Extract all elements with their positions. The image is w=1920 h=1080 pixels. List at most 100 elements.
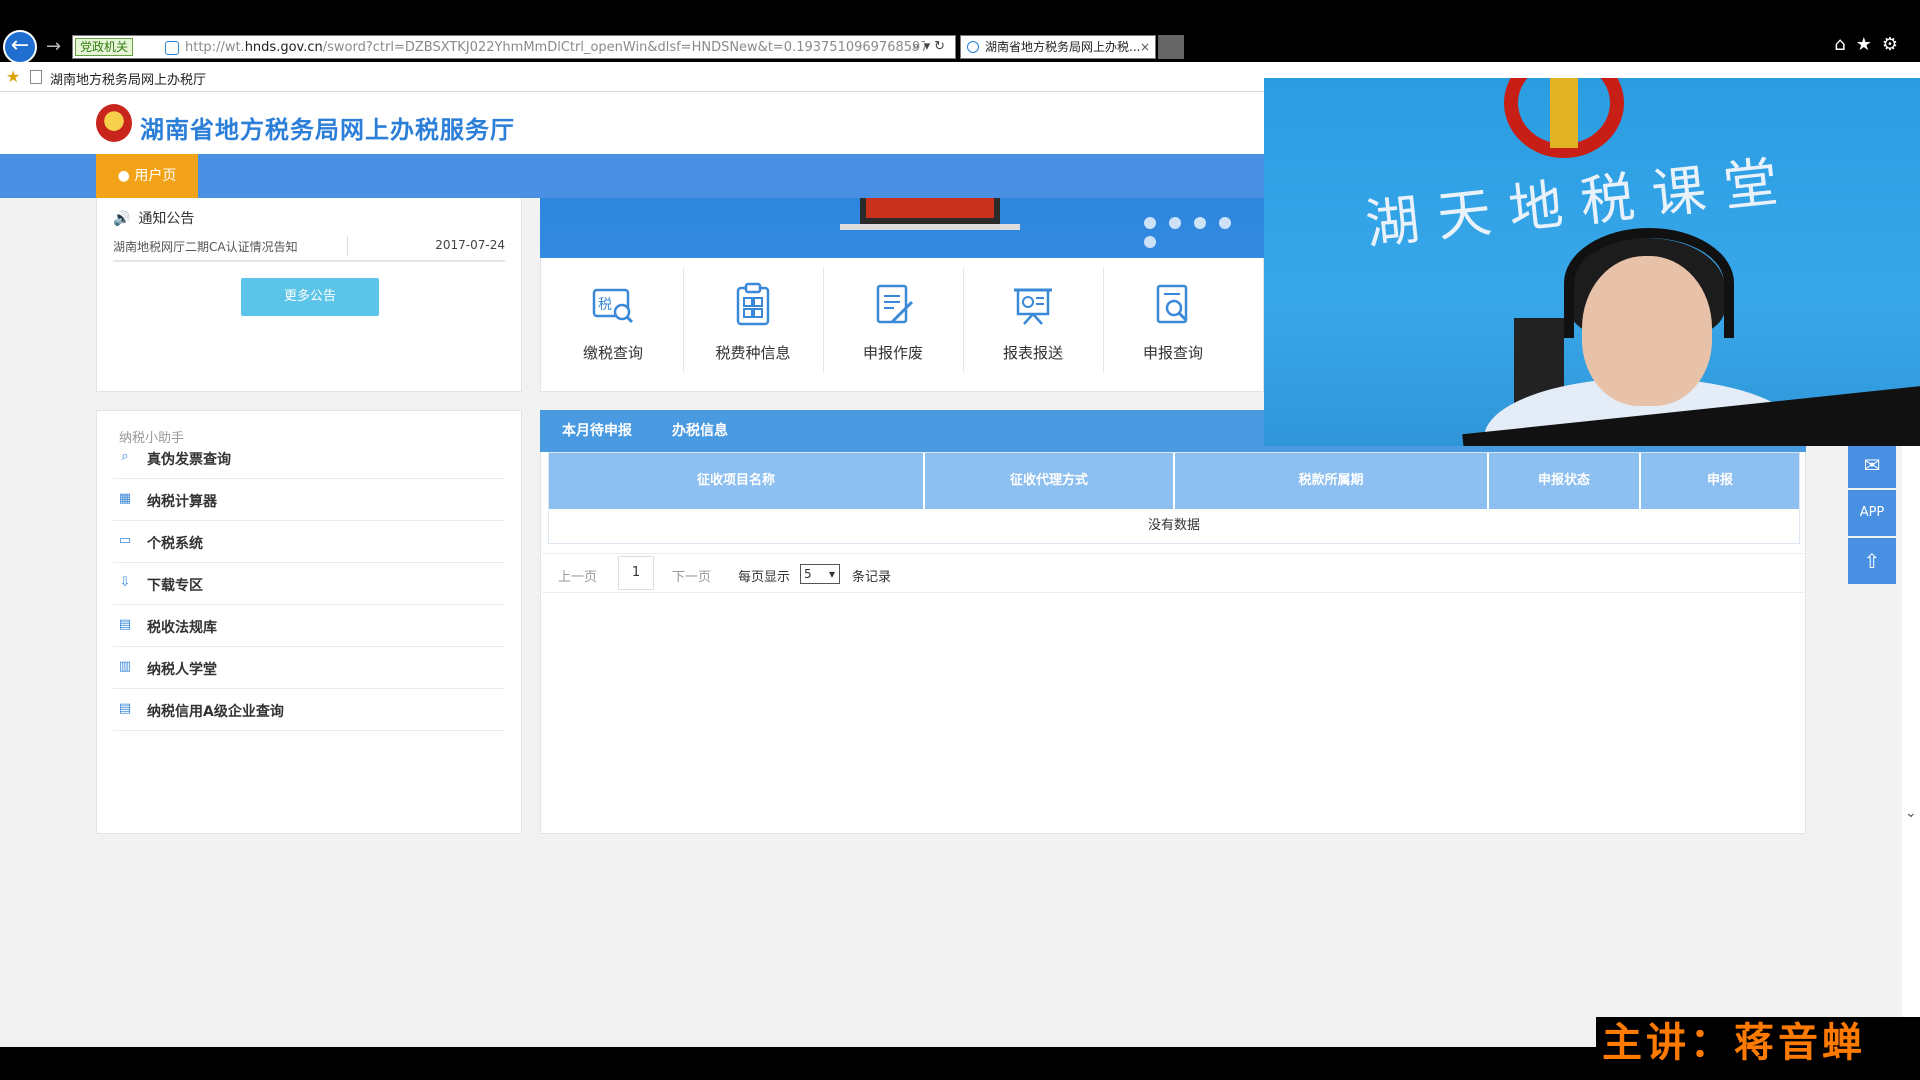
helper-item-label: 纳税信用A级企业查询 [147,704,284,720]
column-header: 征收项目名称 [549,453,925,509]
banner-laptop-base [840,224,1020,230]
user-icon: ● [117,168,130,184]
book-icon: ▤ [118,617,132,632]
url-text[interactable]: http://wt.hnds.gov.cn/sword?ctrl=DZBSXTK… [185,40,925,55]
open-book-icon: ▥ [118,659,132,674]
report-submit-icon [1010,282,1056,328]
tile-tax-query[interactable]: 税 缴税查询 [543,268,683,372]
helper-item-taxpayer-school[interactable]: ▥ 纳税人学堂 [113,647,505,689]
carousel-dot[interactable] [1144,236,1156,248]
nav-user-page[interactable]: ● 用户页 [96,154,198,198]
column-header: 税款所属期 [1175,453,1489,509]
tab-page-icon [967,41,979,53]
search-icon: ⌕ [121,449,129,464]
helper-item-personal-tax[interactable]: ▭ 个税系统 [113,521,505,563]
tax-logo-core [1550,78,1578,148]
site-title: 湖南省地方税务局网上办税服务厅 [140,116,515,144]
national-emblem-logo [96,104,132,142]
pagination: 上一页 1 下一页 每页显示 5 ▾ 条记录 [542,553,1804,593]
tab-pending-this-month[interactable]: 本月待申报 [562,410,632,452]
quick-service-tiles: 税 缴税查询 税费种信息 申报作废 报表报送 申报查询 [540,258,1264,392]
tile-label: 税费种信息 [715,344,791,362]
helper-item-download[interactable]: ⇩ 下载专区 [113,563,505,605]
back-button[interactable]: ← [3,30,37,64]
app-icon[interactable]: APP [1848,490,1896,536]
monitor-icon: ▭ [118,533,132,548]
empty-state-text: 没有数据 [1147,518,1200,533]
chevron-down-icon: ▾ [923,39,935,54]
divider [347,236,348,256]
helper-item-label: 纳税人学堂 [147,662,217,678]
column-header: 申报状态 [1489,453,1641,509]
page-icon [165,41,179,55]
tile-void-declaration[interactable]: 申报作废 [823,268,963,372]
notice-item-date: 2017-07-24 [435,238,505,252]
favorite-page-icon [30,70,42,84]
prev-page-button[interactable]: 上一页 [558,566,597,585]
home-icon[interactable]: ⌂ [1834,34,1855,55]
headset [1564,228,1734,338]
per-page-select[interactable]: 5 ▾ [800,564,840,584]
tile-label: 缴税查询 [582,344,643,362]
banner-laptop-illustration [860,198,1000,224]
more-notices-button[interactable]: 更多公告 [241,278,379,316]
declaration-query-icon [1150,282,1196,328]
carousel-dot[interactable] [1219,217,1231,229]
page-number-input[interactable]: 1 [618,556,654,590]
helper-item-label: 真伪发票查询 [147,452,231,468]
carousel-dot[interactable] [1144,217,1156,229]
helper-item-credit-query[interactable]: ▤ 纳税信用A级企业查询 [113,689,505,731]
helper-item-calculator[interactable]: ▦ 纳税计算器 [113,479,505,521]
tile-tax-type-info[interactable]: 税费种信息 [683,268,823,372]
tile-label: 申报作废 [862,344,923,362]
void-declaration-icon [870,282,916,328]
tax-query-icon: 税 [590,282,636,328]
declaration-table: 征收项目名称 征收代理方式 税款所属期 申报状态 申报 没有数据 [548,452,1800,544]
helper-item-regulations[interactable]: ▤ 税收法规库 [113,605,505,647]
notice-title: 🔊 通知公告 [113,211,195,227]
favorite-link[interactable]: 湖南地方税务局网上办税厅 [50,69,206,88]
carousel-dot[interactable] [1194,217,1206,229]
refresh-icon: ↻ [934,39,949,54]
tile-report-submit[interactable]: 报表报送 [963,268,1103,372]
address-tools[interactable]: ⌕▾↻ [912,39,949,54]
wechat-icon[interactable]: ✉ [1848,442,1896,488]
browser-tab[interactable]: 湖南省地方税务局网上办税... × [960,35,1156,59]
gear-icon[interactable]: ⚙ [1882,34,1908,55]
per-page-label: 每页显示 [738,570,791,585]
carousel-dots [1144,214,1264,252]
tile-declaration-query[interactable]: 申报查询 [1103,268,1243,372]
star-icon[interactable]: ★ [1856,34,1882,55]
notice-item[interactable]: 湖南地税网厅二期CA认证情况告知 2017-07-24 [113,234,505,262]
back-to-top-icon[interactable]: ⇧ [1848,538,1896,584]
column-header: 申报 [1641,453,1799,509]
browser-tools: ⌂★⚙ [1834,34,1908,55]
notice-item-text[interactable]: 湖南地税网厅二期CA认证情况告知 [113,238,298,255]
helper-item-label: 纳税计算器 [147,494,217,510]
helper-item-label: 税收法规库 [147,620,217,636]
carousel-dot[interactable] [1169,217,1181,229]
svg-text:税: 税 [598,297,612,313]
close-icon[interactable]: × [1140,36,1150,58]
speaker-icon: 🔊 [113,211,131,227]
zone-badge: 党政机关 [75,38,134,56]
document-icon: ▤ [118,701,132,716]
chevron-down-icon[interactable]: ⌄ [1905,805,1917,821]
helper-item-invoice-check[interactable]: ⌕ 真伪发票查询 [113,437,505,479]
favorites-star-icon[interactable]: ★ [6,67,20,86]
helper-item-label: 个税系统 [147,536,203,552]
tile-label: 申报查询 [1142,344,1203,362]
tab-title: 湖南省地方税务局网上办税... [985,40,1141,54]
tax-helper-panel: 纳税小助手 ⌕ 真伪发票查询 ▦ 纳税计算器 ▭ 个税系统 ⇩ 下载专区 ▤ 税收法规库 … [96,410,522,834]
address-bar[interactable]: 党政机关 http://wt.hnds.gov.cn/sword?ctrl=DZ… [72,35,956,59]
tab-tax-info[interactable]: 办税信息 [672,410,728,452]
new-tab-button[interactable] [1158,35,1184,59]
lecturer-caption: 主讲：蒋音蝉 [1596,1017,1920,1069]
instructor-video: 湖天地税课堂 [1264,78,1920,446]
chevron-down-icon: ▾ [828,567,835,581]
download-icon: ⇩ [119,575,131,590]
forward-button[interactable]: → [46,36,61,57]
next-page-button[interactable]: 下一页 [672,566,711,585]
search-icon: ⌕ [912,39,924,54]
helper-item-label: 下载专区 [147,578,203,594]
